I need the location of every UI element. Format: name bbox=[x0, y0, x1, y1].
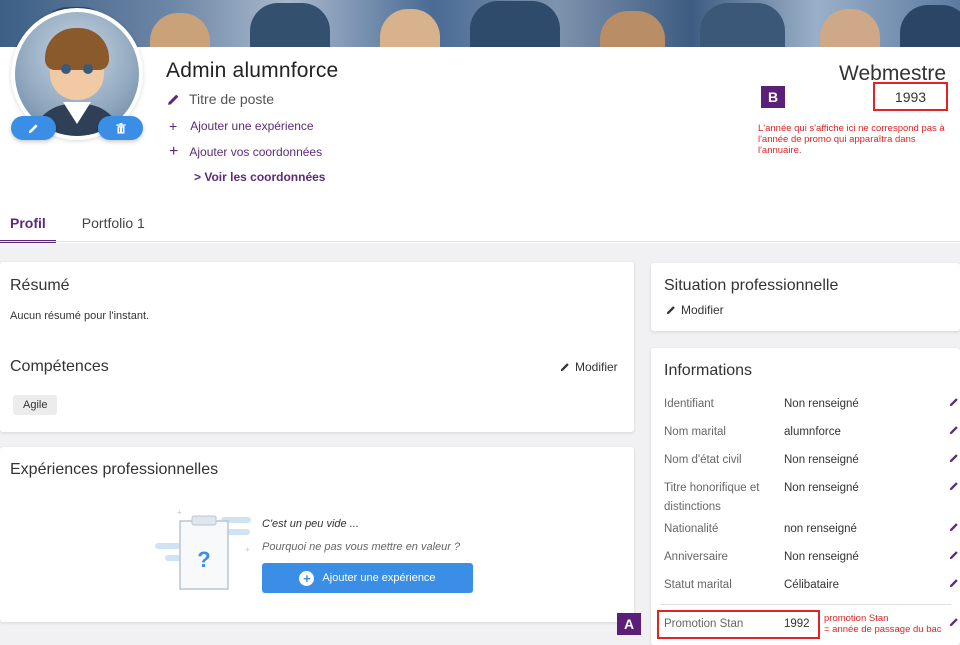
info-label: Titre honorifique et distinctions bbox=[664, 482, 760, 513]
promo-year: 1993 bbox=[873, 82, 948, 111]
tab-portfolio[interactable]: Portfolio 1 bbox=[72, 205, 155, 243]
resume-title: Résumé bbox=[10, 277, 70, 294]
experiences-title: Expériences professionnelles bbox=[10, 461, 219, 478]
empty-subtitle: Pourquoi ne pas vous mettre en valeur ? bbox=[262, 541, 461, 553]
info-value: Non renseigné bbox=[784, 454, 859, 466]
situation-card: Situation professionnelle Modifier bbox=[651, 263, 960, 331]
resume-empty-text: Aucun résumé pour l'instant. bbox=[10, 310, 150, 322]
svg-text:+: + bbox=[177, 508, 182, 517]
informations-title: Informations bbox=[664, 362, 753, 379]
add-contact-label: Ajouter vos coordonnées bbox=[189, 145, 323, 159]
pencil-icon bbox=[666, 306, 675, 315]
info-value: non renseigné bbox=[784, 523, 857, 535]
pencil-icon bbox=[168, 94, 179, 105]
avatar-delete-button[interactable] bbox=[98, 116, 143, 140]
situation-edit-label: Modifier bbox=[681, 303, 724, 317]
svg-text:?: ? bbox=[197, 547, 210, 572]
profile-name: Admin alumnforce bbox=[166, 59, 339, 82]
svg-text:+: + bbox=[245, 545, 250, 554]
tab-profil[interactable]: Profil bbox=[0, 205, 56, 243]
pencil-icon bbox=[28, 123, 38, 133]
cover-banner bbox=[0, 0, 960, 47]
informations-card: Informations Identifiant Non renseigné N… bbox=[651, 348, 960, 645]
pencil-icon[interactable] bbox=[949, 522, 959, 532]
avatar-edit-button[interactable] bbox=[11, 116, 56, 140]
pencil-icon bbox=[560, 363, 569, 372]
empty-clipboard-illustration: ? + + bbox=[155, 508, 251, 590]
add-experience-label: Ajouter une expérience bbox=[190, 119, 314, 133]
add-contact-link[interactable]: + Ajouter vos coordonnées bbox=[169, 143, 322, 161]
skills-title: Compétences bbox=[10, 358, 109, 375]
situation-title: Situation professionnelle bbox=[664, 277, 839, 294]
annotation-a-note-line: = année de passage du bac bbox=[824, 624, 942, 635]
info-label: Nationalité bbox=[664, 523, 719, 535]
pencil-icon[interactable] bbox=[949, 550, 959, 560]
info-label: Statut marital bbox=[664, 579, 732, 591]
annotation-b-badge: B bbox=[761, 86, 785, 108]
pencil-icon[interactable] bbox=[949, 397, 959, 407]
job-title-label: Titre de poste bbox=[189, 91, 275, 107]
info-label: Anniversaire bbox=[664, 551, 728, 563]
add-experience-button[interactable]: + Ajouter une expérience bbox=[262, 563, 473, 593]
promotion-highlight-box bbox=[657, 610, 820, 639]
annotation-b-note: L'année qui s'affiche ici ne correspond … bbox=[758, 123, 945, 156]
info-label: Nom d'état civil bbox=[664, 454, 742, 466]
info-label: Nom marital bbox=[664, 426, 726, 438]
situation-edit-button[interactable]: Modifier bbox=[666, 303, 724, 317]
job-title[interactable]: Titre de poste bbox=[167, 91, 274, 107]
tabs-divider bbox=[0, 241, 960, 242]
skills-edit-button[interactable]: Modifier bbox=[560, 360, 618, 374]
trash-icon bbox=[115, 122, 126, 134]
profile-tabs: Profil Portfolio 1 bbox=[0, 205, 155, 243]
info-value: Non renseigné bbox=[784, 482, 859, 494]
plus-circle-icon: + bbox=[299, 570, 315, 586]
view-contact-link[interactable]: > Voir les coordonnées bbox=[194, 170, 325, 184]
info-label: Identifiant bbox=[664, 398, 714, 410]
add-experience-link[interactable]: + Ajouter une expérience bbox=[169, 118, 314, 134]
info-value: Célibataire bbox=[784, 579, 839, 591]
annotation-a-note: promotion Stan = année de passage du bac bbox=[824, 613, 960, 635]
info-value: Non renseigné bbox=[784, 551, 859, 563]
pencil-icon[interactable] bbox=[949, 425, 959, 435]
add-experience-button-label: Ajouter une expérience bbox=[322, 572, 436, 584]
resume-card: Résumé Aucun résumé pour l'instant. Comp… bbox=[0, 262, 634, 432]
skills-edit-label: Modifier bbox=[575, 360, 618, 374]
divider bbox=[661, 604, 951, 605]
empty-title: C'est un peu vide ... bbox=[262, 518, 359, 530]
annotation-a-note-line: promotion Stan bbox=[824, 613, 889, 624]
pencil-icon[interactable] bbox=[949, 578, 959, 588]
plus-icon: + bbox=[169, 143, 179, 160]
skill-tag: Agile bbox=[13, 395, 58, 415]
annotation-a-badge: A bbox=[617, 613, 641, 635]
experiences-card: Expériences professionnelles ? + + C'est… bbox=[0, 447, 634, 622]
info-value: alumnforce bbox=[784, 426, 841, 438]
pencil-icon[interactable] bbox=[949, 481, 959, 491]
pencil-icon[interactable] bbox=[949, 453, 959, 463]
plus-icon: + bbox=[169, 118, 178, 134]
info-value: Non renseigné bbox=[784, 398, 859, 410]
